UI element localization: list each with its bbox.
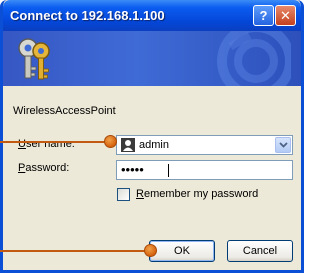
realm-text: WirelessAccessPoint (13, 105, 116, 117)
keys-icon (18, 38, 50, 80)
ok-button[interactable]: OK (149, 240, 215, 262)
close-icon: ✕ (280, 8, 291, 23)
password-value: ••••• (121, 162, 144, 177)
remember-password-label[interactable]: Remember my password (136, 188, 258, 200)
help-button[interactable]: ? (253, 5, 274, 26)
help-icon: ? (259, 8, 268, 23)
banner-decoration (217, 31, 291, 86)
callout-marker-ok (144, 244, 157, 257)
callout-line-ok (0, 250, 150, 252)
cancel-button[interactable]: Cancel (227, 240, 293, 262)
text-caret (168, 164, 169, 177)
window-title: Connect to 192.168.1.100 (10, 8, 165, 23)
password-label: Password: (18, 162, 70, 174)
login-dialog: Connect to 192.168.1.100 ? ✕ WirelessAcc… (0, 0, 304, 273)
chevron-down-icon (278, 142, 288, 148)
password-field[interactable]: ••••• (116, 160, 293, 180)
user-icon (121, 138, 135, 152)
dialog-banner (3, 31, 301, 86)
remember-password-checkbox[interactable] (117, 188, 130, 201)
username-label: User name: (18, 138, 75, 150)
username-dropdown-button[interactable] (275, 137, 291, 153)
username-combobox[interactable]: admin (116, 135, 293, 155)
title-bar[interactable]: Connect to 192.168.1.100 ? ✕ (3, 0, 301, 31)
callout-line-username (0, 141, 108, 143)
close-button[interactable]: ✕ (275, 5, 296, 26)
callout-marker-username (104, 135, 117, 148)
username-value: admin (139, 139, 169, 151)
